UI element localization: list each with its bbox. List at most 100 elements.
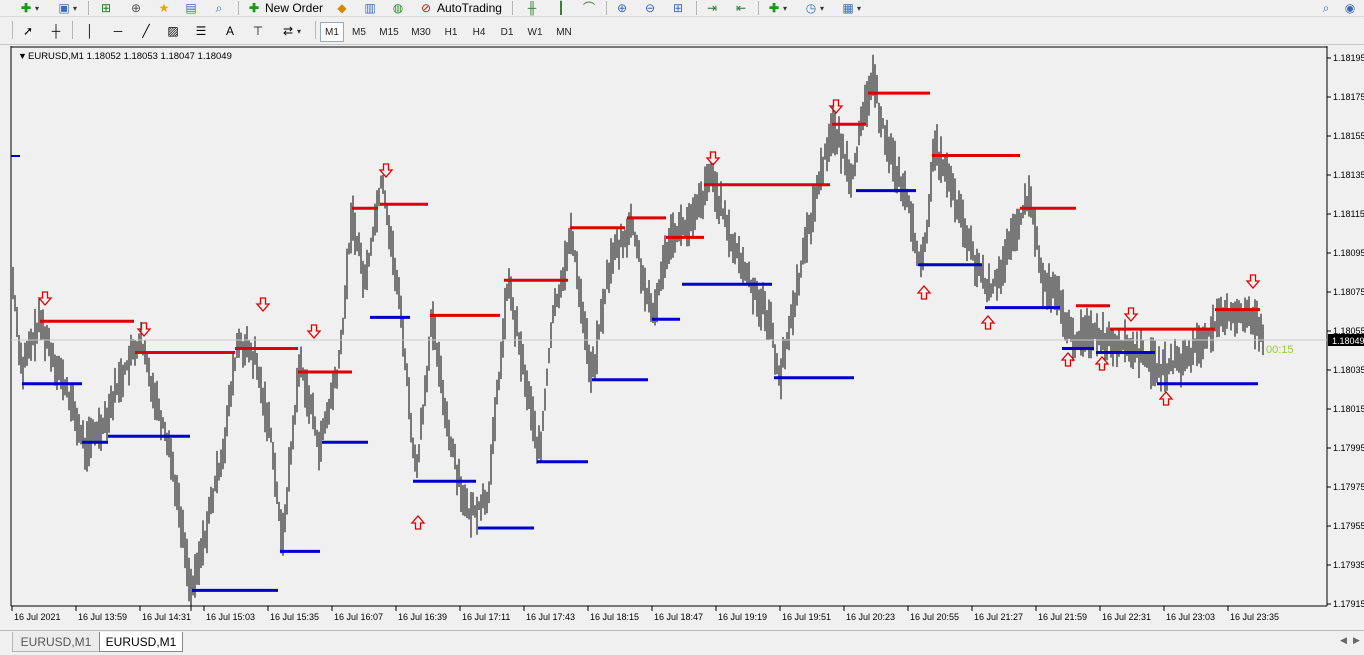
main-toolbar: ✚ ▾ ▣ ▾ ⊞ ⊕ ★ ▤ ⌕ ✚ New Order ◆ ▥ ◍ ⊘ AutoTr…	[0, 0, 1364, 17]
market-watch-button[interactable]: ⊞	[98, 0, 114, 16]
vertical-line-button[interactable]: │	[82, 23, 98, 39]
bar-chart-button[interactable]: ╫	[524, 0, 540, 16]
toolbar-grip	[12, 21, 13, 39]
toolbar-separator	[606, 1, 607, 15]
timeframe-w1-button[interactable]: W1	[522, 22, 548, 42]
chevron-down-icon: ▾	[73, 3, 78, 13]
zoom-out-icon: ⊖	[644, 1, 656, 15]
tab-scroll-left-icon[interactable]: ◀	[1340, 635, 1347, 646]
time-tick-label: 16 Jul 21:59	[1038, 612, 1087, 622]
vertical-line-icon: │	[86, 24, 94, 38]
price-tick-label: 1.17935	[1333, 560, 1364, 570]
time-tick-label: 16 Jul 19:19	[718, 612, 767, 622]
user-icon: ◉	[1344, 1, 1356, 15]
drawing-toolbar: ➚ ┼ │ ─ ╱ ▨ ☰ A ⊤ ⇄ ▾ M1 M5 M15 M30 H1 H4 D1 W1 M…	[0, 17, 1364, 45]
toolbar-separator	[696, 1, 697, 15]
new-chart-button[interactable]: ✚ ▾	[18, 0, 39, 16]
timeframe-m15-button[interactable]: M15	[374, 22, 404, 42]
search-button[interactable]: ⌕	[1318, 0, 1334, 16]
signals-icon: ▥	[364, 1, 376, 15]
periods-button[interactable]: ◷ ▾	[803, 0, 824, 16]
line-chart-button[interactable]: ⌒	[581, 0, 597, 16]
time-tick-label: 16 Jul 2021	[14, 612, 61, 622]
bar-chart-icon: ╫	[527, 1, 537, 15]
price-tick-label: 1.18035	[1333, 365, 1364, 375]
toolbar-separator	[238, 1, 239, 15]
price-tick-label: 1.17955	[1333, 521, 1364, 531]
text-icon: A	[225, 24, 234, 38]
cursor-button[interactable]: ➚	[20, 23, 36, 39]
crosshair-icon: ┼	[51, 24, 61, 38]
timeframe-mn-button[interactable]: MN	[550, 22, 578, 42]
chart-tab[interactable]: EURUSD,M1	[12, 632, 100, 652]
autotrading-button[interactable]: ⊘ AutoTrading	[418, 0, 502, 16]
channel-button[interactable]: ▨	[165, 23, 181, 39]
text-label-button[interactable]: ⊤	[250, 23, 266, 39]
time-tick-label: 16 Jul 15:03	[206, 612, 255, 622]
new-order-button[interactable]: ✚ New Order	[246, 0, 323, 16]
candlestick-icon: ┃	[557, 1, 565, 15]
market-button[interactable]: ◍	[390, 0, 406, 16]
price-tick-label: 1.18015	[1333, 404, 1364, 414]
timeframe-m30-button[interactable]: M30	[406, 22, 436, 42]
price-tick-label: 1.18095	[1333, 248, 1364, 258]
price-axis: 1.18195 1.18175 1.18155 1.18135 1.18115 1.180…	[1327, 53, 1364, 609]
profiles-button[interactable]: ▣ ▾	[56, 0, 77, 16]
fibonacci-icon: ☰	[195, 24, 207, 38]
chevron-down-icon: ▾	[857, 3, 862, 13]
timeframe-d1-button[interactable]: D1	[494, 22, 520, 42]
arrows-button[interactable]: ⇄ ▾	[280, 23, 301, 39]
navigator-button[interactable]: ⊕	[128, 0, 144, 16]
chart-background	[10, 46, 1364, 628]
cursor-icon: ➚	[22, 24, 34, 38]
time-tick-label: 16 Jul 21:27	[974, 612, 1023, 622]
trendline-button[interactable]: ╱	[138, 23, 154, 39]
price-chart[interactable]: 1.18195 1.18175 1.18155 1.18135 1.18115 1.180…	[10, 46, 1364, 628]
price-tick-label: 1.18075	[1333, 287, 1364, 297]
diamond-icon: ◆	[337, 1, 347, 15]
zoom-in-button[interactable]: ⊕	[614, 0, 630, 16]
community-button[interactable]: ◉	[1342, 0, 1358, 16]
timeframe-m1-button[interactable]: M1	[320, 22, 344, 42]
new-order-icon: ✚	[248, 1, 260, 15]
chart-shift-button[interactable]: ⇥	[704, 0, 720, 16]
horizontal-line-button[interactable]: ─	[110, 23, 126, 39]
text-button[interactable]: A	[222, 23, 238, 39]
candlestick-button[interactable]: ┃	[553, 0, 569, 16]
terminal-icon: ▤	[185, 1, 197, 15]
bar-countdown: 00:15	[1266, 344, 1294, 356]
terminal-button[interactable]: ▤	[183, 0, 199, 16]
search-icon: ⌕	[1322, 1, 1330, 15]
toolbar-separator	[315, 21, 316, 39]
crosshair-button[interactable]: ┼	[48, 23, 64, 39]
chart-window[interactable]: 1.18195 1.18175 1.18155 1.18135 1.18115 1.180…	[10, 46, 1364, 628]
timeframe-h1-button[interactable]: H1	[438, 22, 464, 42]
time-tick-label: 16 Jul 18:15	[590, 612, 639, 622]
globe-icon: ◍	[392, 1, 404, 15]
zoom-in-icon: ⊕	[616, 1, 628, 15]
chevron-down-icon: ▾	[783, 3, 788, 13]
clock-icon: ◷	[805, 1, 817, 15]
tile-icon: ⊞	[672, 1, 684, 15]
templates-button[interactable]: ▦ ▾	[840, 0, 861, 16]
chart-menu-triangle[interactable]: ▼	[18, 51, 27, 61]
tab-scroll-right-icon[interactable]: ▶	[1353, 635, 1360, 646]
signals-button[interactable]: ▥	[362, 0, 378, 16]
metaeditor-button[interactable]: ◆	[334, 0, 350, 16]
fibonacci-button[interactable]: ☰	[193, 23, 209, 39]
timeframe-h4-button[interactable]: H4	[466, 22, 492, 42]
arrows-icon: ⇄	[282, 24, 294, 38]
time-tick-label: 16 Jul 18:47	[654, 612, 703, 622]
zoom-out-button[interactable]: ⊖	[642, 0, 658, 16]
indicators-button[interactable]: ✚ ▾	[766, 0, 787, 16]
chart-tab-active[interactable]: EURUSD,M1	[99, 632, 183, 652]
time-tick-label: 16 Jul 20:23	[846, 612, 895, 622]
time-tick-label: 16 Jul 20:55	[910, 612, 959, 622]
tile-windows-button[interactable]: ⊞	[670, 0, 686, 16]
tester-button[interactable]: ⌕	[211, 0, 227, 16]
favorites-button[interactable]: ★	[156, 0, 172, 16]
timeframe-m5-button[interactable]: M5	[346, 22, 372, 42]
time-tick-label: 16 Jul 17:43	[526, 612, 575, 622]
channel-icon: ▨	[167, 24, 179, 38]
autoscroll-button[interactable]: ⇤	[733, 0, 749, 16]
